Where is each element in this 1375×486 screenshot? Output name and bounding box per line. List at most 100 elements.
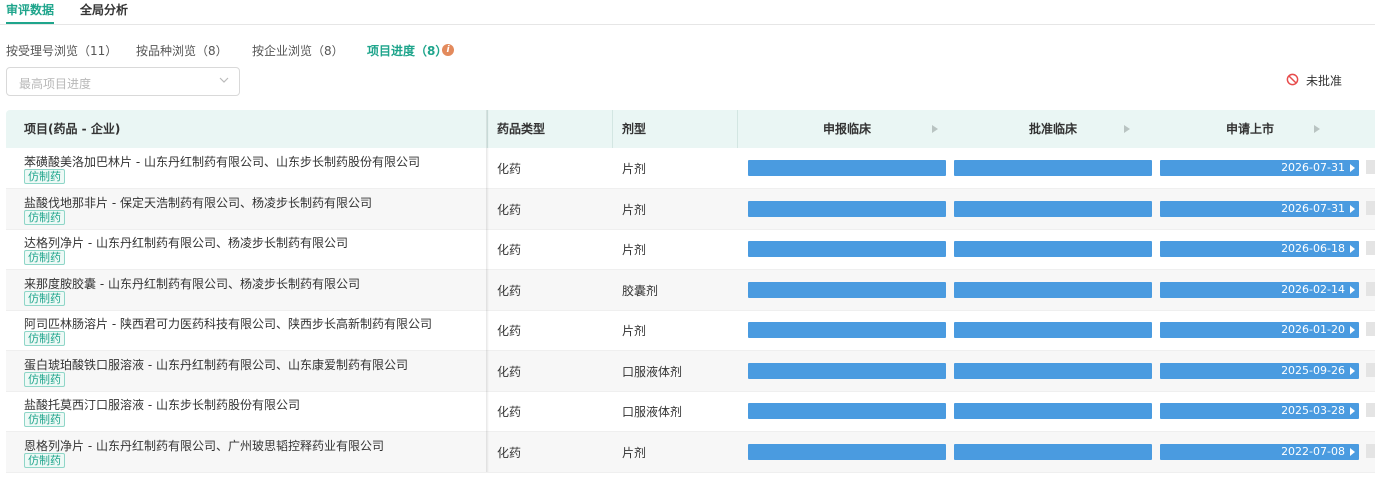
bar-approve-clinical[interactable] [954,160,1152,176]
bar-approve-clinical[interactable] [954,443,1152,460]
bar-end-arrow-icon [1350,164,1355,172]
table-row[interactable]: 来那度胺胶囊 - 山东丹红制药有限公司、杨凌步长制药有限公司 仿制药 化药 胶囊剂 20… [6,269,1375,311]
project-name[interactable]: 恩格列净片 - 山东丹红制药有限公司、广州玻思韬控释药业有限公司 [24,437,384,454]
tab-review-data[interactable]: 审评数据 [6,1,55,24]
legend-label: 未批准 [1306,74,1343,88]
bar-apply-market[interactable]: 2026-07-31 [1160,160,1359,176]
bar-approve-clinical[interactable] [954,362,1152,379]
bar-apply-clinical[interactable] [748,200,946,217]
dosage-form-cell: 片剂 [622,324,647,338]
project-name[interactable]: 盐酸托莫西汀口服溶液 - 山东步长制药股份有限公司 [24,396,300,413]
generic-drug-tag: 仿制药 [24,331,65,346]
stage-date: 2026-01-20 [1281,323,1345,336]
stage-arrow-icon [932,125,938,133]
bar-pending-stage [1366,322,1375,336]
bar-end-arrow-icon [1350,204,1355,213]
bar-end-arrow-icon [1350,447,1355,456]
bar-approve-clinical[interactable] [954,322,1152,338]
stage-arrow-icon [1124,125,1130,133]
bar-approve-clinical[interactable] [954,241,1152,257]
bar-pending-stage [1366,281,1375,296]
project-name[interactable]: 蛋白琥珀酸铁口服溶液 - 山东丹红制药有限公司、山东康爱制药有限公司 [24,356,408,373]
bar-apply-market[interactable]: 2022-07-08 [1160,443,1359,460]
bar-pending-stage [1366,200,1375,215]
dosage-form-cell: 胶囊剂 [622,283,659,298]
bar-end-arrow-icon [1350,326,1355,334]
project-name[interactable]: 达格列净片 - 山东丹红制药有限公司、杨凌步长制药有限公司 [24,234,348,251]
generic-drug-tag: 仿制药 [24,452,65,468]
header-divider [737,110,738,148]
stage-date: 2026-07-31 [1281,201,1345,215]
stage-date: 2026-02-14 [1281,282,1345,296]
table-row[interactable]: 盐酸托莫西汀口服溶液 - 山东步长制药股份有限公司 仿制药 化药 口服液体剂 2025-… [6,391,1375,432]
stage-date: 2025-03-28 [1281,404,1345,417]
stage-arrow-icon [1314,125,1320,133]
subtab-project-progress[interactable]: 项目进度（8） [367,42,447,59]
bar-pending-stage [1366,362,1375,377]
bar-apply-clinical[interactable] [748,241,946,257]
bar-apply-clinical[interactable] [748,322,946,338]
dosage-form-cell: 片剂 [622,445,647,460]
bar-apply-clinical[interactable] [748,362,946,379]
chevron-down-icon [219,77,229,83]
stage-date: 2025-09-26 [1281,363,1345,377]
table-row[interactable]: 蛋白琥珀酸铁口服溶液 - 山东丹红制药有限公司、山东康爱制药有限公司 仿制药 化药 口… [6,350,1375,392]
subtab-by-company[interactable]: 按企业浏览（8） [252,42,344,59]
bar-apply-clinical[interactable] [748,443,946,460]
bar-apply-market[interactable]: 2026-02-14 [1160,281,1359,298]
bar-pending-stage [1366,443,1375,458]
tab-global-analysis[interactable]: 全局分析 [80,1,128,18]
bar-pending-stage [1366,160,1375,174]
project-name[interactable]: 苯磺酸美洛加巴林片 - 山东丹红制药有限公司、山东步长制药股份有限公司 [24,153,420,170]
header-divider [612,110,613,148]
table-row[interactable]: 盐酸伐地那非片 - 保定天浩制药有限公司、杨凌步长制药有限公司 仿制药 化药 片剂 20… [6,188,1375,230]
info-icon[interactable]: i [442,44,454,56]
row-divider [6,471,1375,473]
generic-drug-tag: 仿制药 [24,169,65,184]
bar-approve-clinical[interactable] [954,200,1152,217]
bar-apply-clinical[interactable] [748,160,946,176]
drug-type-cell: 化药 [497,243,522,257]
bar-apply-clinical[interactable] [748,403,946,419]
bar-approve-clinical[interactable] [954,403,1152,419]
table-row[interactable]: 达格列净片 - 山东丹红制药有限公司、杨凌步长制药有限公司 仿制药 化药 片剂 2026… [6,229,1375,270]
bar-end-arrow-icon [1350,245,1355,253]
subtab-by-variety[interactable]: 按品种浏览（8） [136,42,228,59]
header-drug-type: 药品类型 [497,122,546,136]
bar-apply-market[interactable]: 2026-06-18 [1160,241,1359,257]
stage-header-approve-clinical: 批准临床 [1028,122,1077,136]
stage-header-apply-market: 申请上市 [1225,122,1274,136]
drug-type-cell: 化药 [497,445,522,460]
subtab-by-acceptance-no[interactable]: 按受理号浏览（11） [6,42,117,59]
project-name[interactable]: 盐酸伐地那非片 - 保定天浩制药有限公司、杨凌步长制药有限公司 [24,194,372,211]
dosage-form-cell: 片剂 [622,162,647,176]
dosage-form-cell: 口服液体剂 [622,405,683,419]
drug-type-cell: 化药 [497,324,522,338]
progress-filter-select[interactable]: 最高项目进度 [6,67,240,96]
bar-apply-clinical[interactable] [748,281,946,298]
header-project: 项目(药品 - 企业) [24,122,121,136]
dosage-form-cell: 片剂 [622,243,647,257]
table-row[interactable]: 阿司匹林肠溶片 - 陕西君可力医药科技有限公司、陕西步长高新制药有限公司 仿制药 化… [6,310,1375,351]
dosage-form-cell: 口服液体剂 [622,364,683,379]
bar-approve-clinical[interactable] [954,281,1152,298]
bar-apply-market[interactable]: 2026-01-20 [1160,322,1359,338]
bar-apply-market[interactable]: 2025-03-28 [1160,403,1359,419]
generic-drug-tag: 仿制药 [24,412,65,427]
generic-drug-tag: 仿制药 [24,371,65,387]
generic-drug-tag: 仿制药 [24,290,65,306]
fixed-column-shadow [486,110,489,472]
bar-end-arrow-icon [1350,285,1355,294]
bar-pending-stage [1366,241,1375,255]
bar-apply-market[interactable]: 2025-09-26 [1160,362,1359,379]
project-progress-table: 项目(药品 - 企业) 药品类型 剂型 申报临床 批准临床 申请上市 苯磺酸美洛… [6,110,1375,473]
project-name[interactable]: 来那度胺胶囊 - 山东丹红制药有限公司、杨凌步长制药有限公司 [24,275,360,292]
bar-apply-market[interactable]: 2026-07-31 [1160,200,1359,217]
table-row[interactable]: 苯磺酸美洛加巴林片 - 山东丹红制药有限公司、山东步长制药股份有限公司 仿制药 化药… [6,148,1375,189]
table-row[interactable]: 恩格列净片 - 山东丹红制药有限公司、广州玻思韬控释药业有限公司 仿制药 化药 片剂 2… [6,431,1375,473]
project-name[interactable]: 阿司匹林肠溶片 - 陕西君可力医药科技有限公司、陕西步长高新制药有限公司 [24,315,432,332]
generic-drug-tag: 仿制药 [24,250,65,265]
stage-date: 2022-07-08 [1281,444,1345,458]
legend-not-approved: 未批准 [1286,72,1358,88]
drug-type-cell: 化药 [497,405,522,419]
